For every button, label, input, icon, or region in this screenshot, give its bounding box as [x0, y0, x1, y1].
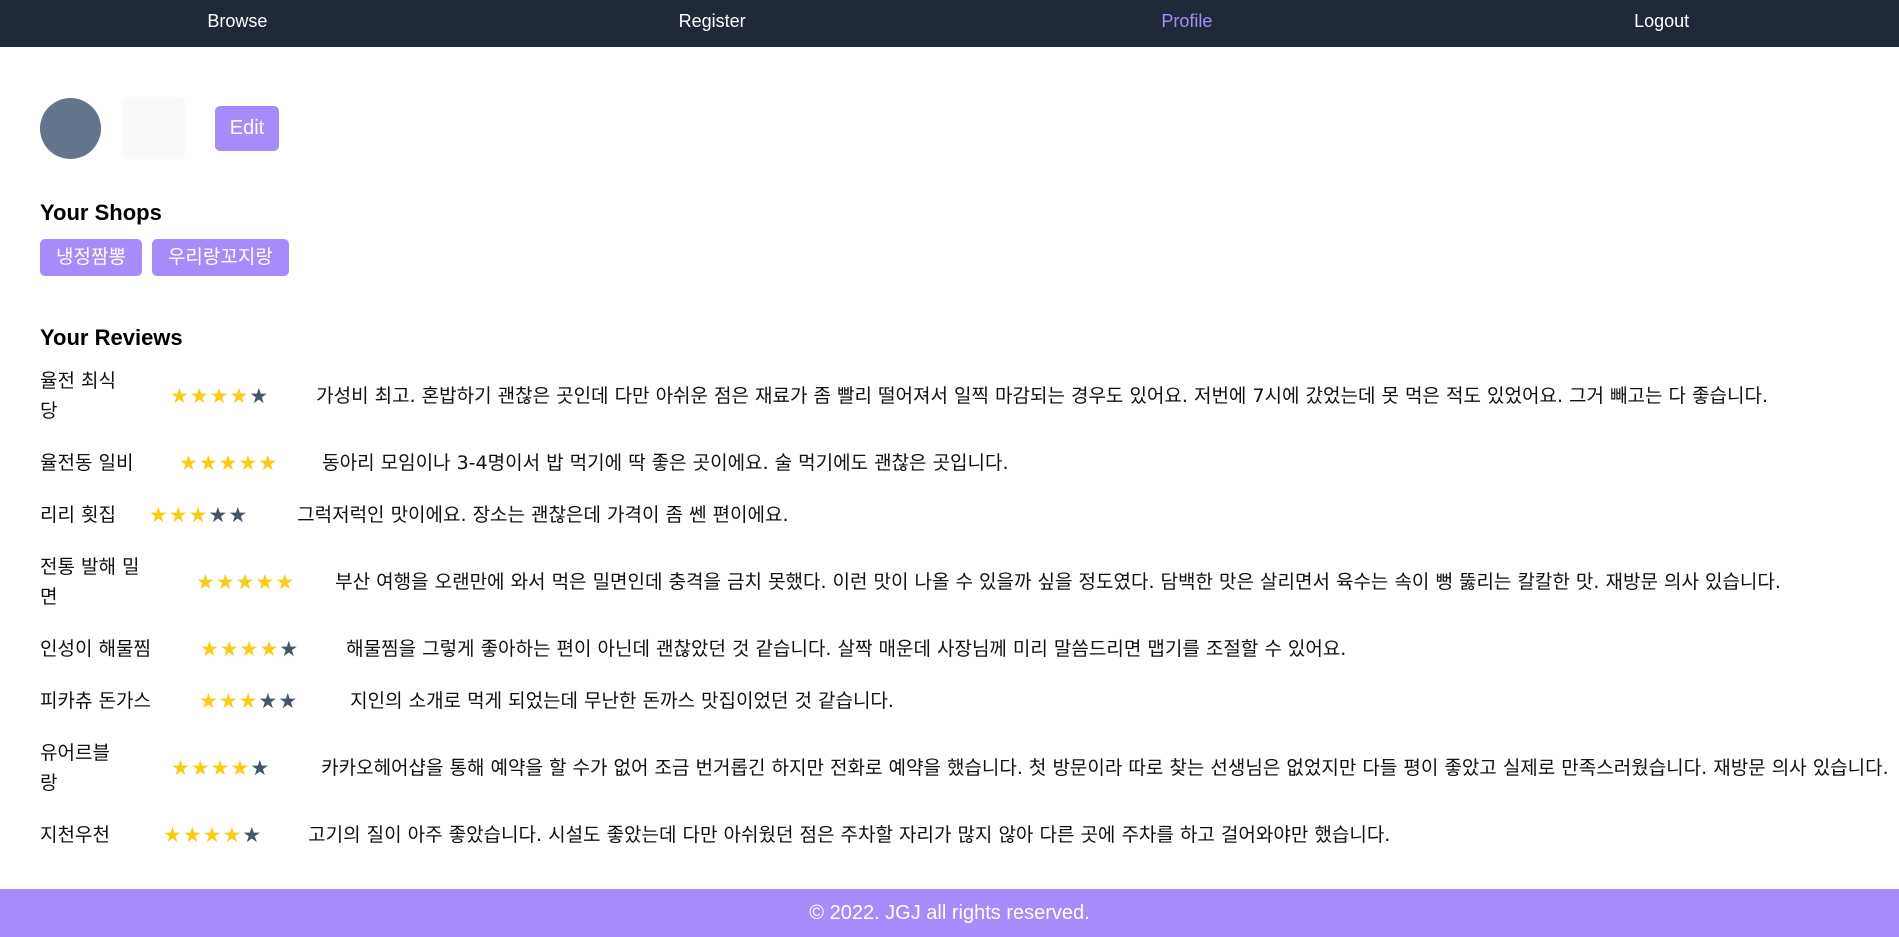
star-rating: ★★★★★: [200, 634, 299, 664]
filled-star-icon: ★: [149, 503, 169, 527]
avatar: [40, 97, 101, 159]
nav-register-link[interactable]: Register: [475, 0, 950, 47]
empty-star-icon: ★: [249, 384, 270, 408]
top-nav: Browse Register Profile Logout: [0, 0, 1899, 47]
filled-star-icon: ★: [199, 689, 219, 713]
empty-star-icon: ★: [228, 503, 249, 527]
review-row: 전통 발해 밀 면 ★★★★★ 부산 여행을 오랜만에 와서 먹은 밀면인데 충격을…: [40, 552, 1899, 612]
filled-star-icon: ★: [255, 570, 276, 594]
filled-star-icon: ★: [189, 384, 210, 408]
edit-profile-button[interactable]: Edit: [215, 105, 279, 151]
filled-star-icon: ★: [238, 689, 259, 713]
review-text: 카카오헤어샵을 통해 예약을 할 수가 없어 조금 번거롭긴 하지만 전화로 예…: [321, 757, 1889, 779]
star-rating: ★★★★★: [171, 753, 270, 783]
review-shop-name[interactable]: 전통 발해 밀 면: [40, 552, 153, 612]
filled-star-icon: ★: [196, 570, 216, 594]
profile-header: Edit: [40, 97, 279, 159]
filled-star-icon: ★: [239, 637, 260, 661]
empty-star-icon: ★: [279, 637, 300, 661]
filled-star-icon: ★: [209, 384, 230, 408]
review-text: 지인의 소개로 먹게 되었는데 무난한 돈까스 맛집이었던 것 같습니다.: [350, 690, 894, 712]
filled-star-icon: ★: [259, 637, 280, 661]
filled-star-icon: ★: [198, 451, 219, 475]
filled-star-icon: ★: [218, 451, 239, 475]
reviews-list: 율전 최식 당 ★★★★★ 가성비 최고. 혼밥하기 괜찮은 곳인데 다만 아쉬운 …: [40, 366, 1899, 872]
review-shop-name[interactable]: 피카츄 돈가스: [40, 686, 162, 716]
review-shop-name[interactable]: 리리 횟집: [40, 500, 129, 530]
filled-star-icon: ★: [202, 823, 223, 847]
star-rating: ★★★★★: [196, 567, 295, 597]
shop-badge[interactable]: 냉정짬뽕: [40, 239, 142, 276]
filled-star-icon: ★: [275, 570, 296, 594]
shops-section-title: Your Shops: [40, 200, 162, 225]
empty-star-icon: ★: [242, 823, 263, 847]
review-shop-name[interactable]: 율전동 일비: [40, 448, 149, 478]
filled-star-icon: ★: [230, 756, 251, 780]
filled-star-icon: ★: [210, 756, 231, 780]
review-text: 고기의 질이 아주 좋았습니다. 시설도 좋았는데 다만 아쉬웠던 점은 주차할…: [308, 824, 1391, 846]
filled-star-icon: ★: [188, 503, 209, 527]
star-rating: ★★★★★: [149, 500, 248, 530]
filled-star-icon: ★: [179, 451, 199, 475]
footer: © 2022. JGJ all rights reserved.: [0, 889, 1899, 937]
nav-logout-link[interactable]: Logout: [1424, 0, 1899, 47]
review-shop-name[interactable]: 유어르블 랑: [40, 738, 129, 798]
review-text: 해물찜을 그렇게 좋아하는 편이 아닌데 괜찮았던 것 같습니다. 살짝 매운데…: [346, 638, 1347, 660]
shop-badge[interactable]: 우리랑꼬지랑: [151, 239, 289, 276]
review-row: 인성이 해물찜 ★★★★★ 해물찜을 그렇게 좋아하는 편이 아닌데 괜찮았던 것 …: [40, 634, 1899, 664]
review-row: 피카츄 돈가스 ★★★★★ 지인의 소개로 먹게 되었는데 무난한 돈까스 맛집이었…: [40, 686, 1899, 716]
filled-star-icon: ★: [168, 503, 189, 527]
review-row: 리리 횟집 ★★★★★ 그럭저럭인 맛이에요. 장소는 괜찮은데 가격이 좀 쎈 편…: [40, 500, 1899, 530]
empty-star-icon: ★: [278, 689, 299, 713]
copyright-text: © 2022. JGJ all rights reserved.: [809, 902, 1090, 924]
star-rating: ★★★★★: [179, 448, 278, 478]
filled-star-icon: ★: [222, 823, 243, 847]
empty-star-icon: ★: [258, 689, 279, 713]
nav-profile-link[interactable]: Profile: [950, 0, 1425, 47]
shops-list: 냉정짬뽕 우리랑꼬지랑: [40, 239, 289, 276]
empty-star-icon: ★: [250, 756, 271, 780]
review-shop-name[interactable]: 지천우천: [40, 820, 121, 850]
filled-star-icon: ★: [229, 384, 250, 408]
review-text: 동아리 모임이나 3-4명이서 밥 먹기에 딱 좋은 곳이에요. 술 먹기에도 …: [322, 452, 1009, 474]
review-shop-name[interactable]: 율전 최식 당: [40, 366, 135, 426]
filled-star-icon: ★: [218, 689, 239, 713]
star-rating: ★★★★★: [170, 381, 269, 411]
filled-star-icon: ★: [215, 570, 236, 594]
star-rating: ★★★★★: [163, 820, 262, 850]
filled-star-icon: ★: [171, 756, 191, 780]
review-shop-name[interactable]: 인성이 해물찜: [40, 634, 164, 664]
profile-image-placeholder: [123, 97, 185, 159]
filled-star-icon: ★: [235, 570, 256, 594]
review-text: 부산 여행을 오랜만에 와서 먹은 밀면인데 충격을 금치 못했다. 이런 맛이…: [335, 571, 1781, 593]
filled-star-icon: ★: [200, 637, 220, 661]
filled-star-icon: ★: [219, 637, 240, 661]
review-row: 율전동 일비 ★★★★★ 동아리 모임이나 3-4명이서 밥 먹기에 딱 좋은 곳이…: [40, 448, 1899, 478]
review-row: 율전 최식 당 ★★★★★ 가성비 최고. 혼밥하기 괜찮은 곳인데 다만 아쉬운 …: [40, 366, 1899, 426]
filled-star-icon: ★: [170, 384, 190, 408]
filled-star-icon: ★: [163, 823, 183, 847]
empty-star-icon: ★: [208, 503, 229, 527]
filled-star-icon: ★: [238, 451, 259, 475]
review-text: 그럭저럭인 맛이에요. 장소는 괜찮은데 가격이 좀 쎈 편이에요.: [297, 504, 789, 526]
filled-star-icon: ★: [258, 451, 279, 475]
filled-star-icon: ★: [182, 823, 203, 847]
filled-star-icon: ★: [190, 756, 211, 780]
review-row: 지천우천 ★★★★★ 고기의 질이 아주 좋았습니다. 시설도 좋았는데 다만 아쉬…: [40, 820, 1899, 850]
review-text: 가성비 최고. 혼밥하기 괜찮은 곳인데 다만 아쉬운 점은 재료가 좀 빨리 …: [316, 385, 1768, 407]
review-row: 유어르블 랑 ★★★★★ 카카오헤어샵을 통해 예약을 할 수가 없어 조금 번거롭…: [40, 738, 1899, 798]
reviews-section-title: Your Reviews: [40, 325, 183, 350]
nav-browse-link[interactable]: Browse: [0, 0, 475, 47]
star-rating: ★★★★★: [199, 686, 298, 716]
